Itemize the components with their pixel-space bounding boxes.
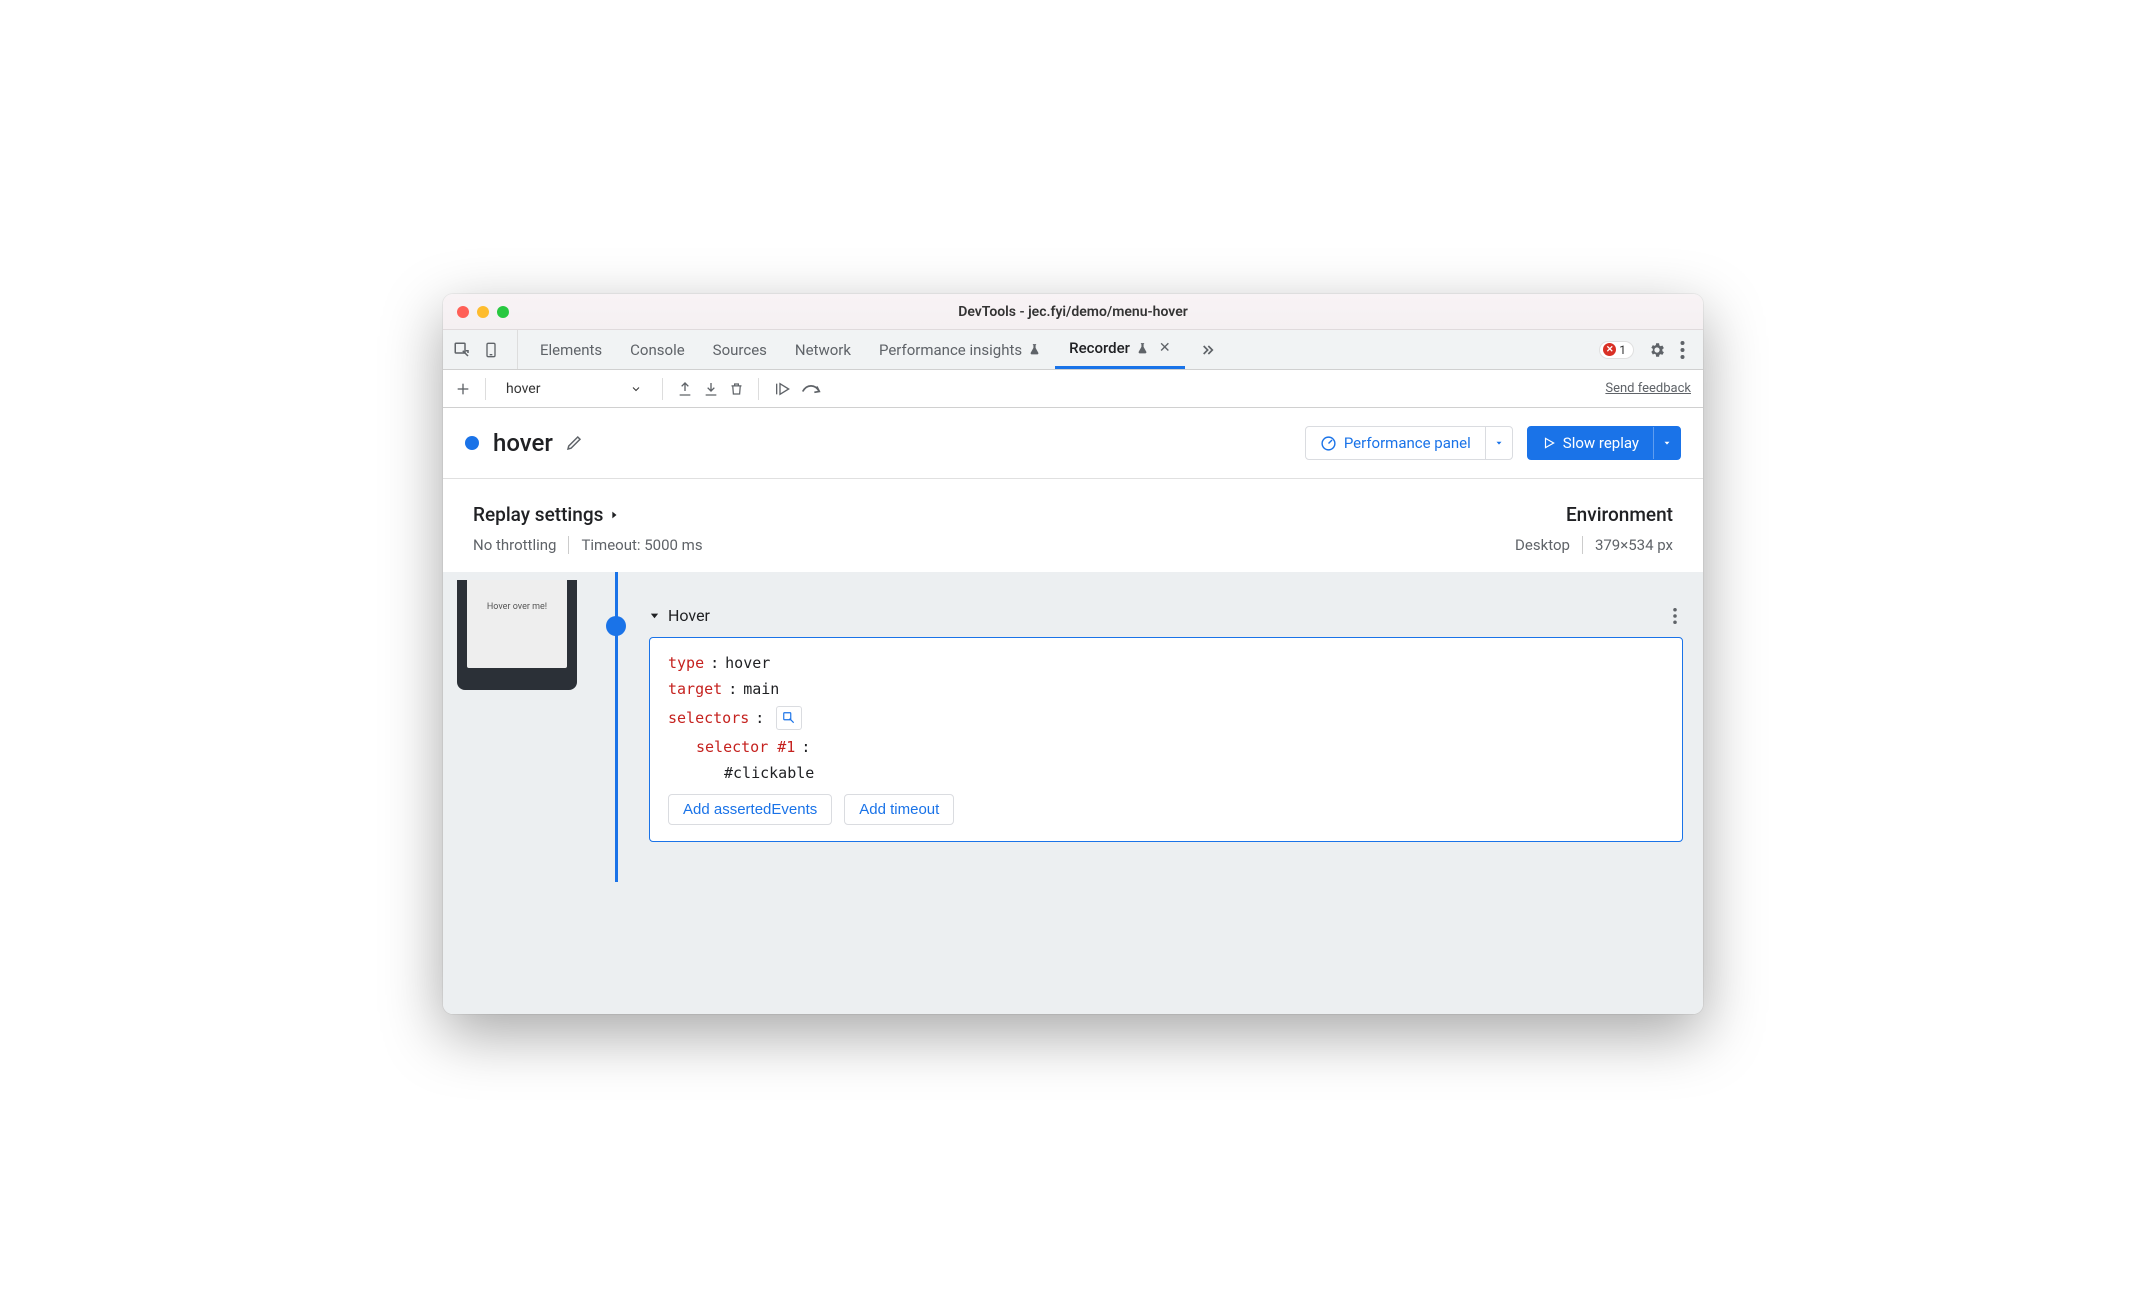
chevron-right-icon <box>609 509 619 521</box>
send-feedback-link[interactable]: Send feedback <box>1605 381 1691 396</box>
more-menu-icon[interactable] <box>1680 341 1685 359</box>
prop-key-type: type <box>668 654 704 672</box>
minimize-window-button[interactable] <box>477 306 489 318</box>
recorder-toolbar: hover Send feedback <box>443 370 1703 408</box>
window-title: DevTools - jec.fyi/demo/menu-hover <box>958 304 1188 320</box>
more-tabs-button[interactable] <box>1185 330 1229 369</box>
chevron-down-icon <box>630 383 642 395</box>
step-hover: Hover type: hover target: main <box>649 606 1683 842</box>
error-icon: ✕ <box>1603 343 1616 356</box>
settings-title-label: Replay settings <box>473 503 603 526</box>
step-marker[interactable] <box>606 616 626 636</box>
replay-settings-toggle[interactable]: Replay settings <box>473 503 703 526</box>
button-label: Performance panel <box>1344 434 1471 452</box>
window-controls <box>457 306 509 318</box>
delete-icon[interactable] <box>729 381 744 397</box>
collapse-icon[interactable] <box>649 610 660 621</box>
close-window-button[interactable] <box>457 306 469 318</box>
new-recording-icon[interactable] <box>455 381 471 397</box>
prop-val-target[interactable]: main <box>743 680 779 698</box>
chevron-double-right-icon <box>1199 342 1215 358</box>
step-menu-icon[interactable] <box>1673 608 1677 624</box>
import-icon[interactable] <box>703 381 719 397</box>
inspect-element-icon[interactable] <box>453 341 471 359</box>
settings-icon[interactable] <box>1648 341 1666 359</box>
recording-status-dot <box>465 436 479 450</box>
close-tab-icon[interactable]: ✕ <box>1159 340 1171 356</box>
play-icon <box>1542 436 1556 450</box>
selector-picker-icon[interactable] <box>776 706 802 730</box>
slow-replay-dropdown[interactable] <box>1653 427 1680 459</box>
recording-name: hover <box>493 429 553 457</box>
continue-replay-icon[interactable] <box>773 381 791 397</box>
button-label: Slow replay <box>1563 434 1639 452</box>
tab-performance-insights[interactable]: Performance insights <box>865 330 1055 369</box>
tab-console[interactable]: Console <box>616 330 699 369</box>
devtools-window: DevTools - jec.fyi/demo/menu-hover Eleme… <box>443 294 1703 1014</box>
step-over-icon[interactable] <box>801 382 821 396</box>
tab-label: Performance insights <box>879 341 1022 359</box>
prop-key-selectors: selectors <box>668 709 749 727</box>
export-icon[interactable] <box>677 381 693 397</box>
tab-recorder[interactable]: Recorder ✕ <box>1055 330 1185 369</box>
tab-elements[interactable]: Elements <box>526 330 616 369</box>
environment-title: Environment <box>1566 503 1673 526</box>
prop-key-target: target <box>668 680 722 698</box>
throttling-value: No throttling <box>473 536 556 554</box>
device-toolbar-icon[interactable] <box>483 341 499 359</box>
environment-viewport: 379×534 px <box>1595 536 1673 554</box>
edit-name-icon[interactable] <box>565 434 583 452</box>
add-asserted-events-button[interactable]: Add assertedEvents <box>668 794 832 825</box>
steps-canvas: Hover over me! Hover <box>443 572 1703 1014</box>
maximize-window-button[interactable] <box>497 306 509 318</box>
recording-select-value: hover <box>506 381 540 397</box>
flask-icon <box>1136 342 1149 355</box>
performance-panel-main[interactable]: Performance panel <box>1306 427 1485 459</box>
slow-replay-main[interactable]: Slow replay <box>1528 427 1653 459</box>
tab-label: Network <box>795 341 851 359</box>
selector-label: selector #1 <box>696 738 795 756</box>
gauge-icon <box>1320 435 1337 452</box>
tab-sources[interactable]: Sources <box>699 330 781 369</box>
selector-value[interactable]: #clickable <box>724 764 814 782</box>
screenshot-thumbnail[interactable]: Hover over me! <box>457 580 577 690</box>
error-count: 1 <box>1619 343 1626 357</box>
performance-panel-dropdown[interactable] <box>1485 427 1512 459</box>
timeline: Hover type: hover target: main <box>605 580 1703 842</box>
tab-label: Console <box>630 341 685 359</box>
tab-network[interactable]: Network <box>781 330 865 369</box>
panel-tabbar: Elements Console Sources Network Perform… <box>443 330 1703 370</box>
recording-select[interactable]: hover <box>500 381 648 397</box>
step-body: type: hover target: main selectors: <box>649 637 1683 842</box>
add-timeout-button[interactable]: Add timeout <box>844 794 954 825</box>
titlebar: DevTools - jec.fyi/demo/menu-hover <box>443 294 1703 330</box>
flask-icon <box>1028 343 1041 356</box>
step-title: Hover <box>668 606 710 625</box>
slow-replay-button: Slow replay <box>1527 426 1681 460</box>
performance-panel-button: Performance panel <box>1305 426 1513 460</box>
tab-label: Sources <box>713 341 767 359</box>
environment-device: Desktop <box>1515 536 1570 554</box>
recording-header: hover Performance panel Slow replay <box>443 408 1703 479</box>
error-badge[interactable]: ✕ 1 <box>1599 341 1634 359</box>
thumbnail-caption: Hover over me! <box>487 602 547 612</box>
prop-val-type[interactable]: hover <box>725 654 770 672</box>
settings-row: Replay settings No throttling Timeout: 5… <box>443 479 1703 572</box>
tab-label: Elements <box>540 341 602 359</box>
timeout-value: Timeout: 5000 ms <box>581 536 702 554</box>
tab-label: Recorder <box>1069 339 1130 357</box>
